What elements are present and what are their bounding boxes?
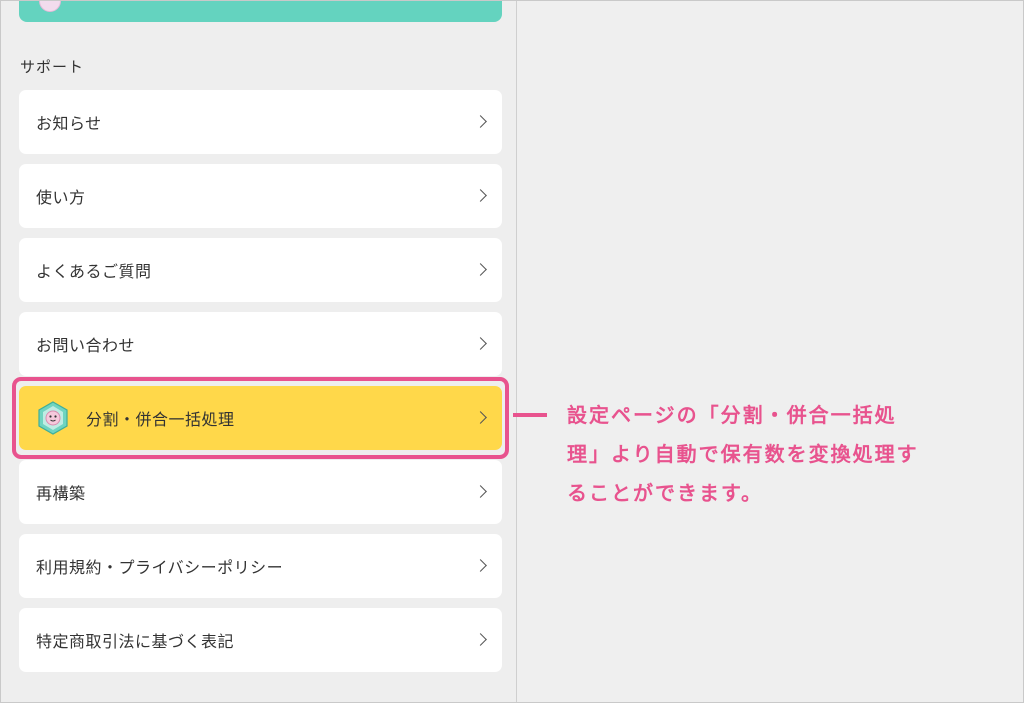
chevron-right-icon xyxy=(474,263,487,276)
callout-connector-line xyxy=(513,413,547,417)
callout-annotation: 設定ページの「分割・併合一括処 理」より自動で保有数を変換処理す ることができます。 xyxy=(567,396,1007,513)
chevron-right-icon xyxy=(474,559,487,572)
menu-item-terms-privacy[interactable]: 利用規約・プライバシーポリシー xyxy=(19,534,502,598)
menu-item-label: 特定商取引法に基づく表記 xyxy=(36,632,235,651)
chevron-right-icon xyxy=(474,115,487,128)
menu-item-commercial-law[interactable]: 特定商取引法に基づく表記 xyxy=(19,608,502,672)
menu-item-label: 使い方 xyxy=(36,188,86,207)
chevron-right-icon xyxy=(474,337,487,350)
support-menu: お知らせ 使い方 よくあるご質問 お問い合わせ 分割・併合一括処理 再構築 利用… xyxy=(12,90,509,682)
mascot-icon xyxy=(39,0,61,12)
menu-item-label: 利用規約・プライバシーポリシー xyxy=(36,558,284,577)
menu-item-split-merge-batch[interactable]: 分割・併合一括処理 xyxy=(12,377,509,459)
chevron-right-icon xyxy=(474,411,487,424)
hexagon-mascot-icon xyxy=(36,401,70,435)
menu-item-label: 再構築 xyxy=(36,484,86,503)
menu-item-label: 分割・併合一括処理 xyxy=(86,410,235,429)
menu-item-notices[interactable]: お知らせ xyxy=(19,90,502,154)
chevron-right-icon xyxy=(474,189,487,202)
menu-item-faq[interactable]: よくあるご質問 xyxy=(19,238,502,302)
settings-panel: サポート お知らせ 使い方 よくあるご質問 お問い合わせ 分割・併合一括処理 再… xyxy=(1,0,517,703)
menu-item-how-to-use[interactable]: 使い方 xyxy=(19,164,502,228)
menu-item-label: お知らせ xyxy=(36,114,102,133)
menu-item-contact[interactable]: お問い合わせ xyxy=(19,312,502,376)
chevron-right-icon xyxy=(474,633,487,646)
menu-item-label: よくあるご質問 xyxy=(36,262,152,281)
chevron-right-icon xyxy=(474,485,487,498)
menu-item-label: お問い合わせ xyxy=(36,336,136,355)
callout-line-3: ることができます。 xyxy=(567,481,763,505)
menu-item-rebuild[interactable]: 再構築 xyxy=(19,460,502,524)
top-card[interactable] xyxy=(19,0,502,22)
callout-line-1: 設定ページの「分割・併合一括処 xyxy=(567,403,897,427)
section-label-support: サポート xyxy=(20,58,85,76)
callout-line-2: 理」より自動で保有数を変換処理す xyxy=(567,442,919,466)
